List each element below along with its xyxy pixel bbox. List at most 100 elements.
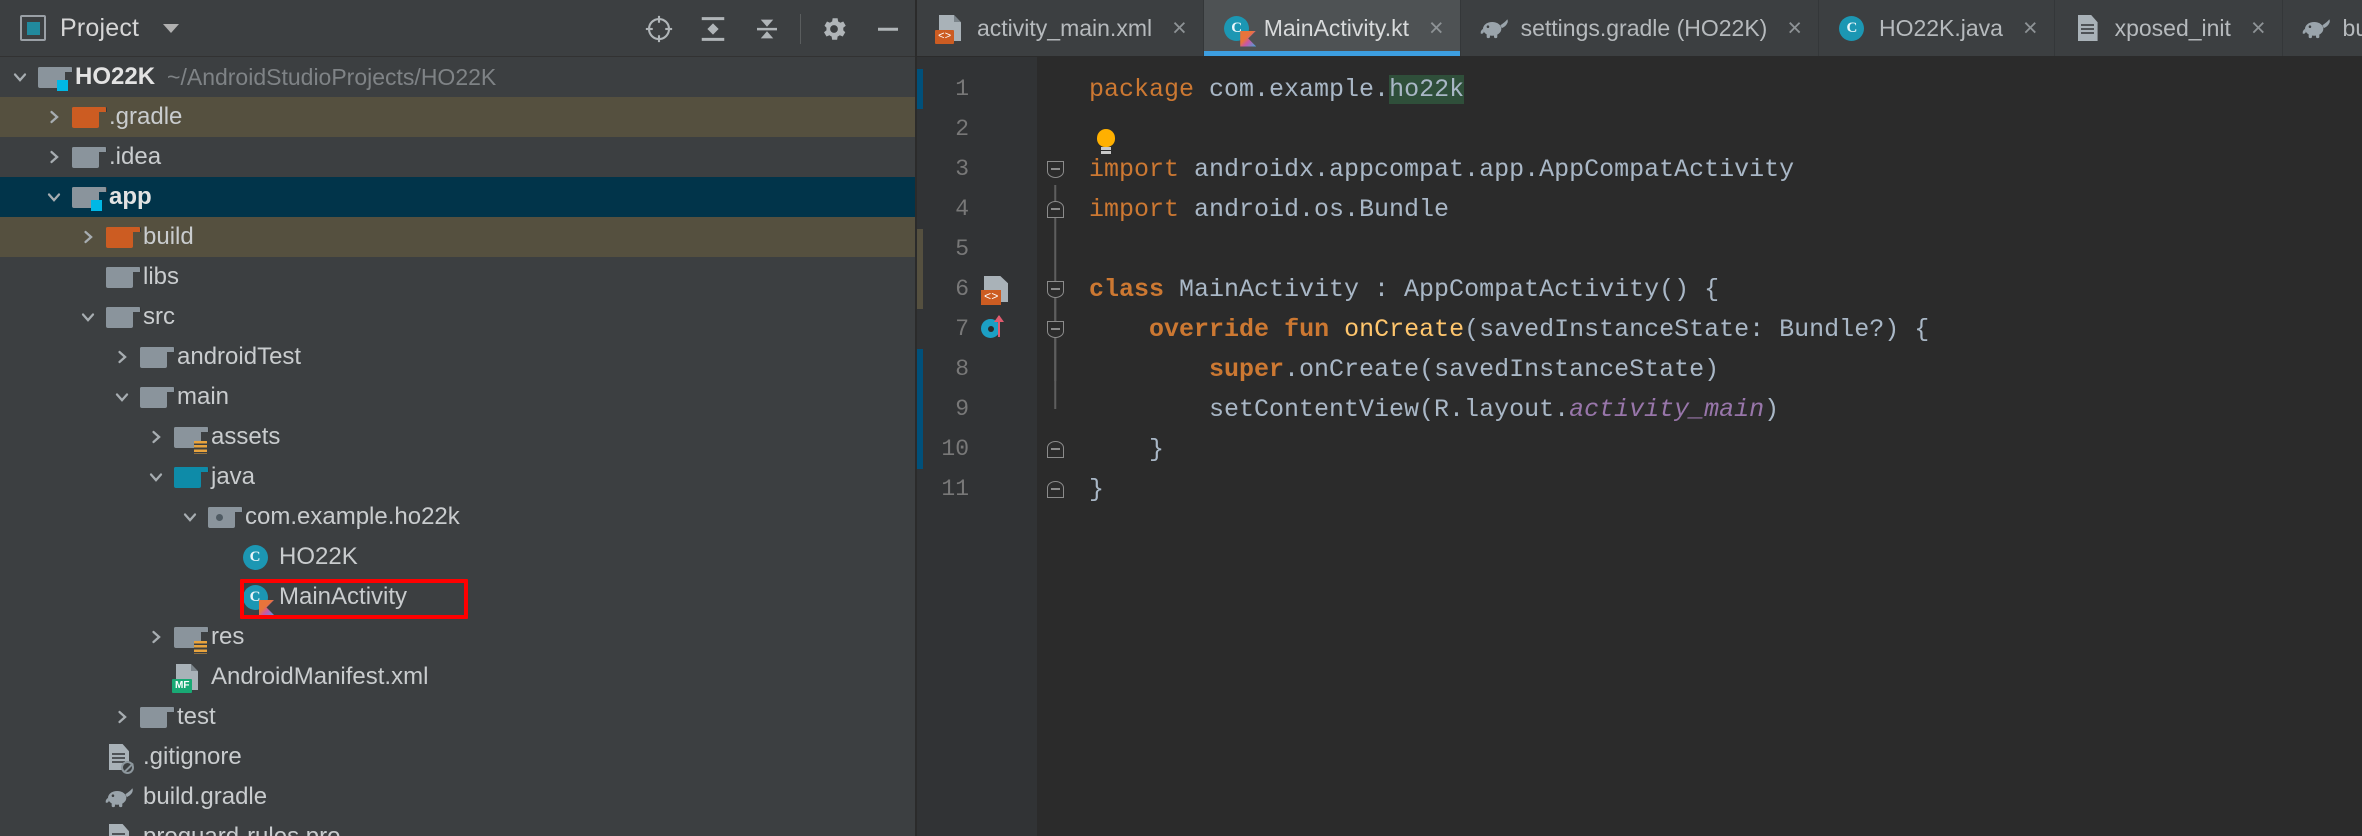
code-line[interactable]: package com.example. ho22k <box>1073 69 2362 109</box>
fold-collapse-icon[interactable] <box>1037 149 1073 189</box>
chevron-right-icon[interactable] <box>108 347 136 367</box>
chevron-down-icon[interactable] <box>142 467 170 487</box>
chevron-down-icon[interactable] <box>6 67 34 87</box>
editor-tab-settings-gradle-ho22k[interactable]: settings.gradle (HO22K) × <box>1461 0 1819 56</box>
editor-tabbar[interactable]: <> activity_main.xml × C MainActivity.kt × set… <box>917 0 2362 57</box>
tree-node-ho22k[interactable]: HO22K ~/AndroidStudioProjects/HO22K <box>0 57 915 97</box>
editor-tab-ho22k-java[interactable]: C HO22K.java × <box>1819 0 2055 56</box>
layout-resource-icon[interactable]: <> <box>973 276 1019 305</box>
gutter-line[interactable]: 9 <box>917 389 1037 429</box>
code-line[interactable]: import android.os.Bundle <box>1073 189 2362 229</box>
close-icon[interactable]: × <box>1429 15 1444 41</box>
fold-collapse-icon[interactable] <box>1037 269 1073 309</box>
folder-icon <box>136 346 175 368</box>
fold-collapse-icon[interactable] <box>1037 309 1073 349</box>
code-editor[interactable]: 1 2 3 4 5 6 <> 7 8 9 10 11 package com.example. ho22… <box>917 57 2362 836</box>
hide-panel-icon[interactable] <box>861 0 915 57</box>
tree-node-libs[interactable]: libs <box>0 257 915 297</box>
fold-collapse-icon[interactable] <box>1037 429 1073 469</box>
gutter-line[interactable]: 11 <box>917 469 1037 509</box>
code-folding-column[interactable] <box>1037 57 1073 836</box>
code-content[interactable]: package com.example. ho22k import androidx… <box>1073 57 2362 836</box>
chevron-right-icon[interactable] <box>40 107 68 127</box>
code-line[interactable] <box>1073 229 2362 269</box>
gutter-line[interactable]: 8 <box>917 349 1037 389</box>
tree-node-label: HO22K <box>75 63 156 90</box>
code-line[interactable]: class MainActivity : AppCompatActivity()… <box>1073 269 2362 309</box>
vcs-change-stripe <box>917 69 923 109</box>
tree-node-mainactivity[interactable]: C MainActivity <box>0 577 915 617</box>
code-token: (savedInstanceState: Bundle?) { <box>1464 314 1930 344</box>
editor-tab-mainactivity-kt[interactable]: C MainActivity.kt × <box>1203 0 1461 56</box>
code-line[interactable]: } <box>1073 429 2362 469</box>
project-title-group[interactable]: Project <box>20 14 180 43</box>
project-tree[interactable]: HO22K ~/AndroidStudioProjects/HO22K .gradl… <box>0 57 915 836</box>
chevron-right-icon[interactable] <box>74 227 102 247</box>
editor-tab-label: settings.gradle (HO22K) <box>1520 14 1768 41</box>
expand-all-icon[interactable] <box>686 0 740 57</box>
tree-node-com-example-ho22k[interactable]: com.example.ho22k <box>0 497 915 537</box>
fold-collapse-icon[interactable] <box>1037 469 1073 509</box>
code-line[interactable]: super .onCreate(savedInstanceState) <box>1073 349 2362 389</box>
tree-node-build[interactable]: build <box>0 217 915 257</box>
select-opened-file-icon[interactable] <box>632 0 686 57</box>
code-line[interactable]: import androidx.appcompat.app.AppCompatA… <box>1073 149 2362 189</box>
gutter-line[interactable]: 10 <box>917 429 1037 469</box>
tree-node-res[interactable]: res <box>0 617 915 657</box>
gutter-line[interactable]: 7 <box>917 309 1037 349</box>
chevron-right-icon[interactable] <box>108 707 136 727</box>
tree-node-app[interactable]: app <box>0 177 915 217</box>
chevron-down-icon[interactable] <box>74 307 102 327</box>
gutter-line[interactable]: 4 <box>917 189 1037 229</box>
settings-gear-icon[interactable] <box>807 0 861 57</box>
code-token: } <box>1089 434 1165 464</box>
tree-node-main[interactable]: main <box>0 377 915 417</box>
editor-tab-build-gra[interactable]: build.gra× <box>2283 0 2362 56</box>
folder-icon <box>102 306 141 328</box>
tree-node-src[interactable]: src <box>0 297 915 337</box>
override-method-icon[interactable] <box>973 315 1019 343</box>
close-icon[interactable]: × <box>1172 15 1187 41</box>
code-line[interactable]: override fun onCreate (savedInstanceState… <box>1073 309 2362 349</box>
gutter-line[interactable]: 3 <box>917 149 1037 189</box>
tree-node-ho22k[interactable]: C HO22K <box>0 537 915 577</box>
editor-tab-label: xposed_init <box>2114 14 2231 41</box>
tree-node-gitignore[interactable]: .gitignore <box>0 737 915 777</box>
gutter-line[interactable]: 2 <box>917 109 1037 149</box>
editor-gutter[interactable]: 1 2 3 4 5 6 <> 7 8 9 10 11 <box>917 57 1037 836</box>
code-line[interactable]: setContentView(R.layout. activity_main) <box>1073 389 2362 429</box>
tree-node-androidtest[interactable]: androidTest <box>0 337 915 377</box>
fold-collapse-icon[interactable] <box>1037 189 1073 229</box>
gutter-line[interactable]: 6 <> <box>917 269 1037 309</box>
tree-node-androidmanifest-xml[interactable]: MF AndroidManifest.xml <box>0 657 915 697</box>
close-icon[interactable]: × <box>1787 15 1802 41</box>
gutter-line[interactable]: 5 <box>917 229 1037 269</box>
tree-node-assets[interactable]: assets <box>0 417 915 457</box>
gutter-line[interactable]: 1 <box>917 69 1037 109</box>
chevron-right-icon[interactable] <box>40 147 68 167</box>
tree-node-proguard-rules-pro[interactable]: proguard-rules.pro <box>0 817 915 836</box>
chevron-down-icon[interactable] <box>163 23 180 33</box>
tree-node-test[interactable]: test <box>0 697 915 737</box>
xml-layout-file-icon: <> <box>935 15 965 44</box>
close-icon[interactable]: × <box>2251 15 2266 41</box>
chevron-down-icon[interactable] <box>108 387 136 407</box>
editor-tab-activity-main-xml[interactable]: <> activity_main.xml × <box>917 0 1204 56</box>
collapse-all-icon[interactable] <box>740 0 794 57</box>
chevron-down-icon[interactable] <box>176 507 204 527</box>
code-line[interactable] <box>1073 109 2362 154</box>
chevron-right-icon[interactable] <box>142 627 170 647</box>
tree-node-label: test <box>177 703 216 730</box>
excluded-folder-icon <box>102 226 141 248</box>
tree-node-gradle[interactable]: .gradle <box>0 97 915 137</box>
tree-node-java[interactable]: java <box>0 457 915 497</box>
close-icon[interactable]: × <box>2023 15 2038 41</box>
tree-node-idea[interactable]: .idea <box>0 137 915 177</box>
editor-tab-xposed-init[interactable]: xposed_init × <box>2055 0 2283 56</box>
tree-node-build-gradle[interactable]: build.gradle <box>0 777 915 817</box>
line-number: 1 <box>955 76 969 102</box>
chevron-down-icon[interactable] <box>40 187 68 207</box>
code-line[interactable]: } <box>1073 469 2362 509</box>
chevron-right-icon[interactable] <box>142 427 170 447</box>
tree-node-label: main <box>177 383 230 410</box>
